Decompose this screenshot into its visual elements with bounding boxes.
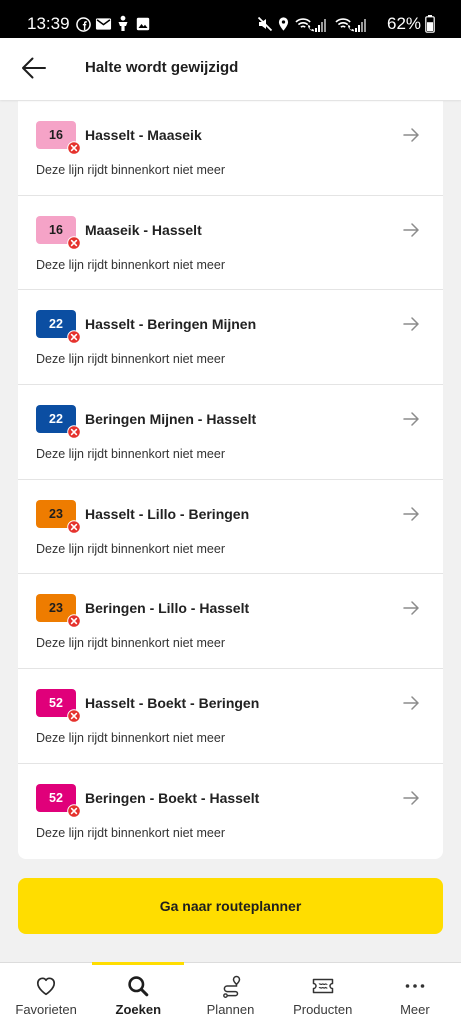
line-route-name: Beringen Mijnen - Hasselt	[85, 411, 257, 428]
facebook-icon	[76, 17, 91, 32]
line-list: 16 Hasselt - Maaseik Deze lijn rijdt bin…	[18, 101, 443, 859]
line-notice: Deze lijn rijdt binnenkort niet meer	[36, 163, 225, 177]
line-item[interactable]: 23 Beringen - Lillo - Hasselt Deze lijn …	[18, 574, 443, 670]
status-time: 13:39	[27, 14, 70, 33]
status-bar: 13:39 62%	[0, 0, 461, 38]
cancelled-icon	[67, 425, 81, 439]
mail-icon	[95, 17, 112, 31]
cancelled-icon	[67, 520, 81, 534]
wifi-calling-icon	[335, 16, 354, 32]
wifi-calling-icon	[295, 16, 314, 32]
line-notice: Deze lijn rijdt binnenkort niet meer	[36, 636, 225, 651]
line-route-name: Hasselt - Maaseik	[85, 127, 202, 143]
cancelled-icon	[67, 804, 81, 818]
line-route-name: Maaseik - Hasselt	[85, 221, 202, 238]
routeplanner-button[interactable]: Ga naar routeplanner	[18, 878, 443, 934]
person-icon	[116, 15, 130, 32]
cancelled-icon	[67, 236, 81, 250]
cancelled-icon	[67, 141, 81, 155]
cancelled-icon	[67, 614, 81, 628]
line-item[interactable]: 22 Beringen Mijnen - Hasselt Deze lijn r…	[18, 385, 443, 480]
arrow-right-icon	[403, 791, 419, 805]
back-button[interactable]	[14, 50, 52, 86]
line-item[interactable]: 16 Maaseik - Hasselt Deze lijn rijdt bin…	[18, 196, 443, 291]
arrow-right-icon	[403, 317, 419, 331]
battery-percent: 62%	[387, 14, 422, 33]
tab-meer[interactable]: Meer	[369, 963, 461, 1024]
line-notice: Deze lijn rijdt binnenkort niet meer	[36, 447, 225, 462]
line-item[interactable]: 23 Hasselt - Lillo - Beringen Deze lijn …	[18, 480, 443, 575]
cancelled-icon	[67, 330, 81, 344]
heart-icon	[34, 974, 58, 998]
arrow-right-icon	[403, 507, 419, 521]
tab-label: Favorieten	[15, 1002, 77, 1017]
line-item[interactable]: 16 Hasselt - Maaseik Deze lijn rijdt bin…	[18, 101, 443, 196]
page-title: Halte wordt gewijzigd	[85, 59, 239, 76]
line-notice: Deze lijn rijdt binnenkort niet meer	[36, 731, 225, 746]
line-item[interactable]: 22 Hasselt - Beringen Mijnen Deze lijn r…	[18, 290, 443, 386]
line-notice: Deze lijn rijdt binnenkort niet meer	[36, 352, 225, 367]
tab-producten[interactable]: Producten	[277, 963, 369, 1024]
line-route-name: Hasselt - Lillo - Beringen	[85, 505, 250, 522]
search-icon	[126, 974, 150, 998]
tab-plannen[interactable]: Plannen	[184, 963, 276, 1024]
more-dots-icon	[403, 974, 427, 998]
line-notice: Deze lijn rijdt binnenkort niet meer	[36, 257, 225, 272]
line-notice: Deze lijn rijdt binnenkort niet meer	[36, 541, 225, 556]
arrow-left-icon	[21, 57, 46, 79]
mute-icon	[257, 16, 273, 32]
line-route-name: Hasselt - Boekt - Beringen	[85, 695, 260, 712]
route-icon	[219, 974, 243, 998]
arrow-right-icon	[403, 696, 419, 710]
tab-favorieten[interactable]: Favorieten	[0, 963, 92, 1024]
app-header: Halte wordt gewijzigd	[0, 38, 461, 100]
line-route-name: Hasselt - Beringen Mijnen	[85, 316, 257, 333]
line-route-name: Beringen - Lillo - Hasselt	[85, 600, 250, 617]
signal-icon	[355, 17, 366, 32]
cancelled-icon	[67, 709, 81, 723]
battery-icon	[425, 15, 435, 33]
bottom-nav: Favorieten Zoeken Plannen Producten Meer	[0, 962, 461, 1024]
tab-label: Producten	[293, 1002, 353, 1017]
image-icon	[136, 17, 150, 31]
tab-zoeken[interactable]: Zoeken	[92, 963, 184, 1024]
line-item[interactable]: 52 Hasselt - Boekt - Beringen Deze lijn …	[18, 669, 443, 764]
tab-label: Plannen	[206, 1002, 255, 1017]
line-route-name: Beringen - Boekt - Hasselt	[85, 789, 260, 806]
arrow-right-icon	[403, 223, 419, 237]
line-notice: Deze lijn rijdt binnenkort niet meer	[36, 825, 225, 840]
location-icon	[278, 16, 289, 32]
signal-icon	[315, 17, 326, 32]
arrow-right-icon	[403, 601, 419, 615]
arrow-right-icon	[403, 412, 419, 426]
tab-label: Zoeken	[115, 1002, 162, 1017]
ticket-icon	[311, 974, 335, 998]
arrow-right-icon	[403, 128, 419, 142]
line-item[interactable]: 52 Beringen - Boekt - Hasselt Deze lijn …	[18, 764, 443, 859]
tab-label: Meer	[400, 1002, 430, 1017]
